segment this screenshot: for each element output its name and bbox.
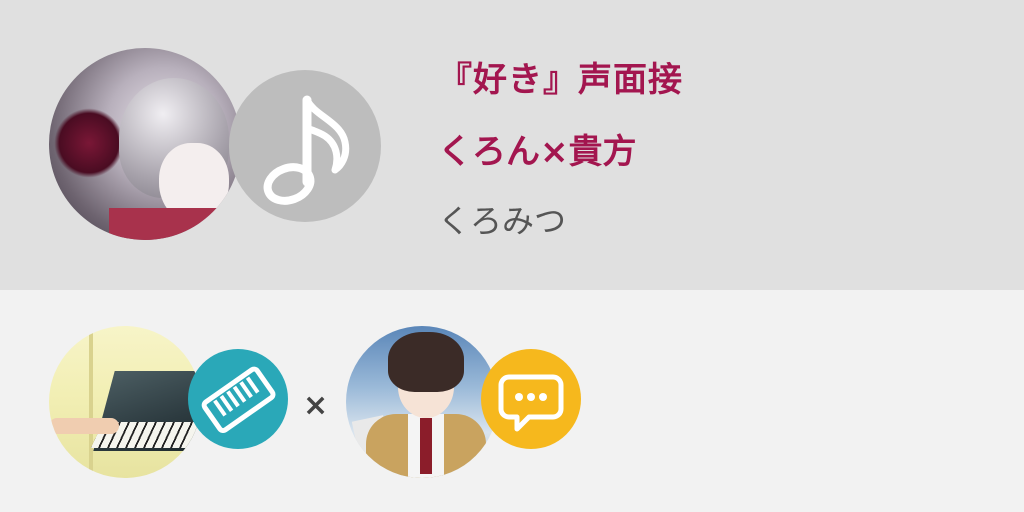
creator-avatar[interactable]	[49, 48, 241, 240]
collab-names: くろん×貴方	[438, 132, 637, 172]
chat-bubble-icon	[481, 349, 581, 449]
participant-avatar-piano[interactable]	[49, 326, 201, 478]
song-title: 『好き』声面接	[438, 60, 683, 100]
music-note-icon	[229, 70, 381, 222]
song-header: 『好き』声面接 くろん×貴方 くろみつ	[0, 0, 1024, 290]
participant-avatar-listener[interactable]	[346, 326, 498, 478]
keyboard-icon	[188, 349, 288, 449]
collab-separator: ×	[303, 388, 329, 423]
artist-name[interactable]: くろみつ	[438, 196, 566, 242]
